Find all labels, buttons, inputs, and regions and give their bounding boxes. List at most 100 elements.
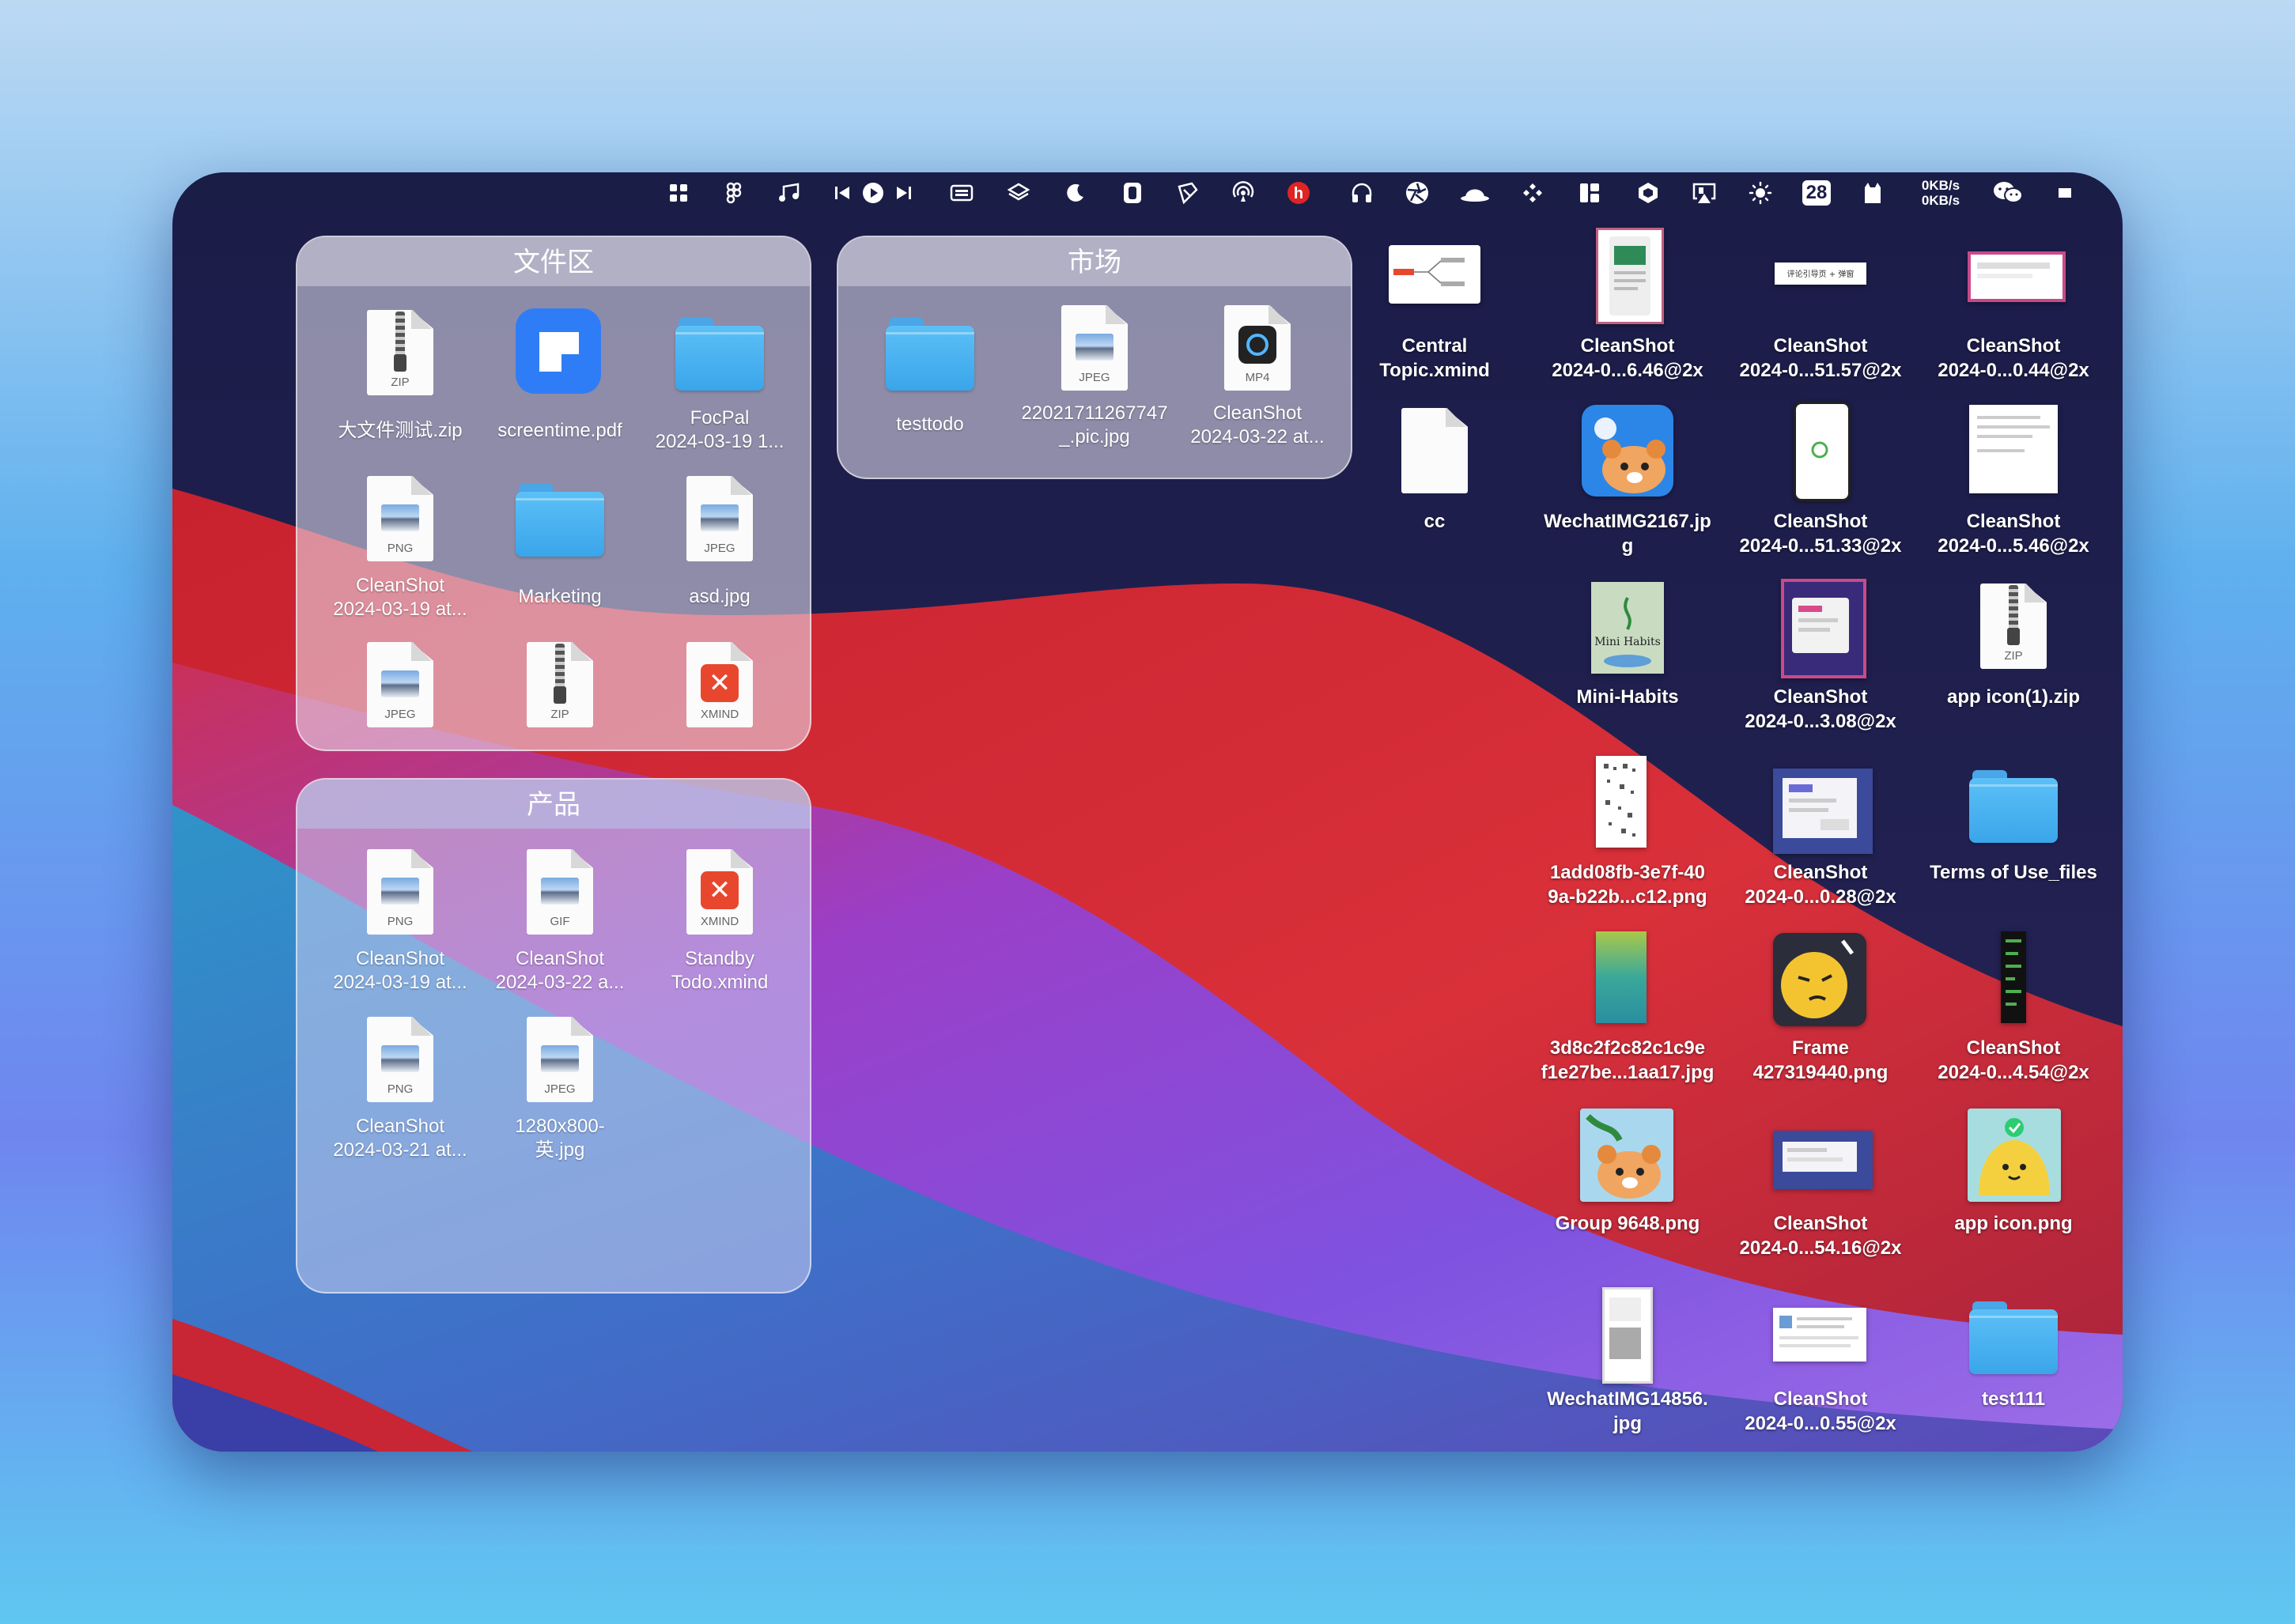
- file-item[interactable]: ZIP 大文件测试.zip: [321, 305, 479, 448]
- airplay-icon[interactable]: [1688, 172, 1721, 213]
- app-icon-image-thumbnail: [1968, 1108, 2061, 1202]
- image-file-icon: PNG: [367, 476, 433, 561]
- bear-image-thumbnail: [1580, 1108, 1673, 1202]
- dynamic-island-icon[interactable]: [1117, 172, 1148, 213]
- moon-icon[interactable]: [1060, 172, 1091, 213]
- pdf-app-icon: [516, 308, 601, 394]
- image-file-icon: GIF: [527, 849, 593, 935]
- file-item[interactable]: screentime.pdf: [481, 305, 639, 448]
- file-item[interactable]: MP4 CleanShot 2024-03-22 at...: [1178, 305, 1337, 463]
- file-item[interactable]: PNG CleanShot 2024-03-19 at...: [321, 846, 479, 1004]
- file-label: CleanShot 2024-03-22 at...: [1190, 402, 1325, 448]
- command-icon[interactable]: [1517, 172, 1548, 213]
- folder-icon: [516, 481, 604, 557]
- layers-icon[interactable]: [1003, 172, 1034, 213]
- review-banner-text: 评论引导页 + 弹窗: [1787, 269, 1855, 279]
- desktop-window: h 28 0KB/s 0KB/s 文件区 ZIP 大文件测试.zip scree…: [172, 172, 2123, 1452]
- desktop-item-label: CleanShot 2024-0...4.54@2x: [1938, 1037, 2089, 1083]
- desktop-item-label: CleanShot 2024-0...51.57@2x: [1739, 335, 1902, 381]
- image-file-icon: JPEG: [1061, 305, 1128, 391]
- file-item[interactable]: JPEG: [321, 639, 479, 742]
- network-upload: 0KB/s: [1921, 178, 1960, 193]
- file-label: testtodo: [896, 414, 964, 435]
- file-item[interactable]: JPEG asd.jpg: [641, 473, 799, 615]
- file-label: asd.jpg: [689, 586, 751, 607]
- wechat-icon[interactable]: [1988, 172, 2028, 213]
- gradient-image-thumbnail: [1596, 931, 1647, 1023]
- file-label: screentime.pdf: [497, 420, 622, 441]
- hexagon-icon[interactable]: [1632, 172, 1664, 213]
- zip-file-icon: ZIP: [527, 642, 593, 727]
- file-item[interactable]: PNG CleanShot 2024-03-21 at...: [321, 1014, 479, 1172]
- next-track-icon[interactable]: [890, 172, 917, 213]
- stack-product[interactable]: 产品 PNG CleanShot 2024-03-19 at... GIF Cl…: [296, 778, 811, 1294]
- book-title-text: Mini Habits: [1594, 636, 1661, 648]
- calendar-date-badge[interactable]: 28: [1798, 172, 1835, 213]
- cat-icon[interactable]: [1857, 172, 1889, 213]
- file-item[interactable]: GIF CleanShot 2024-03-22 a...: [481, 846, 639, 1004]
- image-file-icon: PNG: [367, 849, 433, 935]
- face-image-thumbnail: [1773, 933, 1866, 1026]
- folder-icon: [886, 315, 974, 391]
- xmind-file-icon: XMIND: [686, 642, 753, 727]
- desktop-item-label: Mini-Habits: [1576, 686, 1679, 708]
- stack-product-title: 产品: [297, 780, 810, 829]
- aperture-icon[interactable]: [1401, 172, 1433, 213]
- network-speed[interactable]: 0KB/s 0KB/s: [1911, 172, 1971, 213]
- menu-bar: h 28 0KB/s 0KB/s: [172, 172, 2123, 213]
- screenshot-thumbnail: [1781, 579, 1866, 678]
- desktop-item-label: CleanShot 2024-0...0.44@2x: [1938, 335, 2089, 381]
- layout-icon[interactable]: [1574, 172, 1605, 213]
- stack-market[interactable]: 市场 testtodo JPEG 22021711267747 _.pic.jp…: [837, 236, 1352, 479]
- folder-icon: [675, 315, 764, 391]
- xmind-file-icon: XMIND: [686, 849, 753, 935]
- file-label: CleanShot 2024-03-21 at...: [333, 1116, 467, 1161]
- xmind-thumbnail: [1389, 245, 1480, 304]
- file-item[interactable]: PNG CleanShot 2024-03-19 at...: [321, 473, 479, 620]
- bowler-hat-icon[interactable]: [1457, 172, 1493, 213]
- stack-market-title: 市场: [838, 237, 1351, 286]
- file-item[interactable]: XMIND: [641, 639, 799, 742]
- desktop-item-label: 3d8c2f2c82c1c9e f1e27be...1aa17.jpg: [1541, 1037, 1715, 1083]
- grid-icon[interactable]: [663, 172, 694, 213]
- image-file-icon: JPEG: [527, 1017, 593, 1102]
- play-icon[interactable]: [857, 172, 889, 213]
- generic-file-icon: [1401, 408, 1468, 493]
- airdrop-icon[interactable]: [1227, 172, 1259, 213]
- window-icon[interactable]: [2053, 172, 2077, 213]
- desktop-item-label: 1add08fb-3e7f-40 9a-b22b...c12.png: [1548, 862, 1707, 908]
- file-label: CleanShot 2024-03-19 at...: [333, 575, 467, 620]
- desktop-item-label: test111: [1981, 1388, 2046, 1410]
- headphones-icon[interactable]: [1346, 172, 1378, 213]
- screenshot-thumbnail: [1596, 228, 1664, 324]
- keyboard-icon[interactable]: [946, 172, 977, 213]
- pencil-icon[interactable]: [1172, 172, 1204, 213]
- file-item[interactable]: testtodo: [851, 305, 1009, 463]
- file-item[interactable]: JPEG 22021711267747 _.pic.jpg: [1015, 305, 1174, 463]
- figma-icon[interactable]: [718, 172, 750, 213]
- file-label: Standby Todo.xmind: [671, 948, 769, 993]
- brightness-icon[interactable]: [1745, 172, 1776, 213]
- file-label: CleanShot 2024-03-22 a...: [495, 948, 625, 993]
- phone-screenshot-thumbnail: [1602, 1287, 1653, 1384]
- desktop-item-label: CleanShot 2024-0...0.55@2x: [1745, 1388, 1896, 1434]
- stack-files[interactable]: 文件区 ZIP 大文件测试.zip screentime.pdf FocPal …: [296, 236, 811, 751]
- desktop-item-label: CleanShot 2024-0...5.46@2x: [1938, 511, 2089, 557]
- previous-track-icon[interactable]: [829, 172, 856, 213]
- screenshot-thumbnail: [1969, 405, 2058, 493]
- file-label: Marketing: [518, 586, 602, 607]
- svg-text:h: h: [1294, 185, 1303, 202]
- file-item[interactable]: JPEG 1280x800- 英.jpg: [481, 1014, 639, 1172]
- desktop-item-label: CleanShot 2024-0...54.16@2x: [1739, 1213, 1902, 1259]
- desktop-item-label: WechatIMG2167.jp g: [1544, 511, 1711, 557]
- file-item[interactable]: Marketing: [481, 473, 639, 615]
- file-item[interactable]: ZIP: [481, 639, 639, 742]
- book-cover-thumbnail: Mini Habits: [1591, 582, 1664, 674]
- file-item[interactable]: XMIND Standby Todo.xmind: [641, 846, 799, 1004]
- screenshot-thumbnail: [2001, 931, 2026, 1023]
- music-note-icon[interactable]: [773, 172, 805, 213]
- file-item[interactable]: FocPal 2024-03-19 1...: [641, 305, 799, 452]
- desktop-item-label: app icon.png: [1954, 1213, 2073, 1234]
- desktop-item-label: app icon(1).zip: [1947, 686, 2080, 708]
- h-badge-icon[interactable]: h: [1283, 172, 1314, 213]
